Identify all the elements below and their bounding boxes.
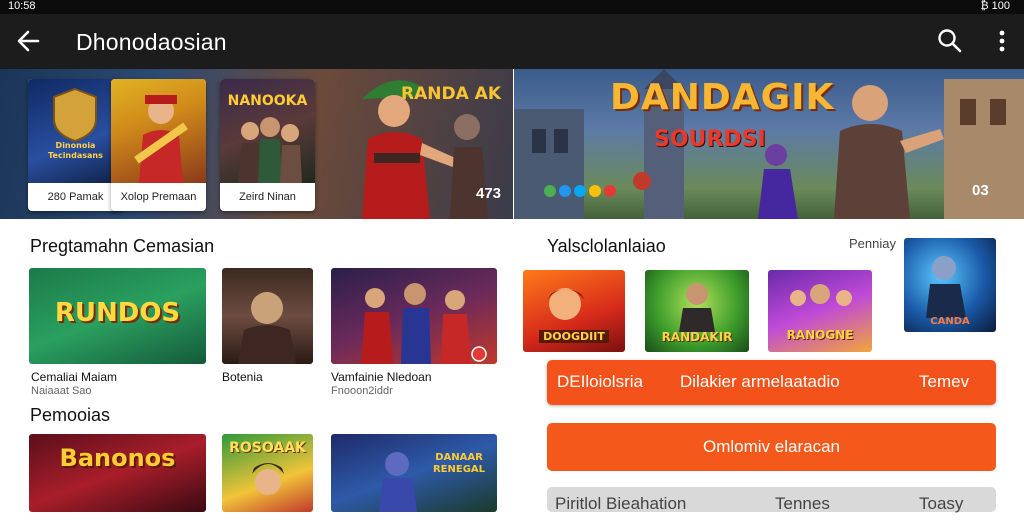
game-tile-title[interactable]: Vamfainie Nledoan xyxy=(331,370,432,384)
hero-counter: 473 xyxy=(476,185,502,202)
game-tile-subtitle: Fnooon2iddr xyxy=(331,385,393,397)
hero-banner-left[interactable]: Dinonoia Tecindasans 280 Pamak Xolop Pre… xyxy=(0,69,513,219)
action-button-tertiary[interactable]: Piritlol Bieahation Tennes Toasy xyxy=(547,487,996,513)
section-title-promotions: Pemooias xyxy=(30,405,111,425)
card-badge-text: Dinonoia Tecindasans xyxy=(48,141,103,160)
game-thumb[interactable]: RANOGNE xyxy=(768,270,872,352)
section-title-featured: Pregtamahn Cemasian xyxy=(30,236,215,256)
hero-page-indicator[interactable] xyxy=(544,184,619,198)
back-arrow-icon[interactable] xyxy=(14,27,42,55)
game-tile[interactable]: DANAAR RENEGAL xyxy=(331,434,497,512)
hero-card-caption: Zeird Ninan xyxy=(239,191,296,203)
game-tile[interactable]: Banonos xyxy=(29,434,206,512)
partners-label[interactable]: Penniay xyxy=(849,236,896,251)
action-button-primary[interactable]: DEIloiolsria Dilakier armelaatadio Temev xyxy=(547,360,996,405)
button-right-label: Toasy xyxy=(919,494,964,513)
hero-card-caption: Xolop Premaan xyxy=(120,191,197,203)
page-indicator-dot[interactable] xyxy=(589,185,601,197)
hero-counter: 03 xyxy=(972,182,989,199)
card-artwork xyxy=(111,79,206,183)
heroes-group-icon xyxy=(361,283,487,364)
game-thumb-logo: CANDA xyxy=(930,316,970,327)
game-thumb[interactable]: DOOGDIIT xyxy=(523,270,625,352)
hero-logo-subtitle: SOURDSI xyxy=(654,127,766,152)
card-artwork: Dinonoia Tecindasans xyxy=(28,79,123,183)
status-bar: 10:58 ₿ 100 xyxy=(0,0,1024,14)
page-indicator-dot[interactable] xyxy=(574,185,586,197)
page-indicator-dot[interactable] xyxy=(544,185,556,197)
button-middle-label: Omlomiv elaracan xyxy=(703,437,840,456)
game-thumb-logo: RANDAKIR xyxy=(661,330,733,344)
game-tile[interactable] xyxy=(222,268,313,364)
card-artwork: NANOOKA xyxy=(220,79,315,183)
game-thumb-logo: DOOGDIIT xyxy=(539,330,609,343)
status-time: 10:58 xyxy=(8,0,36,12)
button-right-label: Temev xyxy=(919,372,970,391)
page-indicator-dot[interactable] xyxy=(604,185,616,197)
game-thumb[interactable]: RANDAKIR xyxy=(645,270,749,352)
search-icon[interactable] xyxy=(936,27,964,55)
status-icons: ₿ 100 xyxy=(980,0,1010,12)
app-title: Dhonodaosian xyxy=(76,29,227,55)
hero-card[interactable]: Dinonoia Tecindasans 280 Pamak xyxy=(28,79,123,211)
game-tile-title[interactable]: Cemaliai Maiam xyxy=(31,370,117,384)
button-left-label: DEIloiolsria xyxy=(557,372,643,391)
hero-card[interactable]: Xolop Premaan xyxy=(111,79,206,211)
hero-title-right: RANDA AK xyxy=(401,84,501,104)
game-tile-title[interactable]: Botenia xyxy=(222,370,263,384)
game-tile-logo: RUNDOS xyxy=(54,298,181,328)
section-title-recommended: Yalsclolanlaiao xyxy=(547,236,666,256)
game-tile[interactable] xyxy=(331,268,497,364)
character-portrait-icon xyxy=(238,292,296,364)
hero-logo-title: DANDAGIK xyxy=(610,77,835,118)
hero-card[interactable]: NANOOKA Zeird Ninan xyxy=(220,79,315,211)
game-tile-logo: DANAAR RENEGAL xyxy=(432,452,486,475)
game-tile[interactable]: ROSOAAK xyxy=(222,434,313,512)
hero-card-caption: 280 Pamak xyxy=(47,191,104,203)
app-bar: Dhonodaosian xyxy=(0,14,1024,69)
card-badge-text: NANOOKA xyxy=(227,93,308,109)
more-vert-icon[interactable] xyxy=(990,27,1014,55)
page-indicator-dot[interactable] xyxy=(559,185,571,197)
game-tile-logo: ROSOAAK xyxy=(229,440,306,456)
game-thumb-logo: RANOGNE xyxy=(786,328,854,342)
button-middle-label: Tennes xyxy=(775,494,830,513)
game-tile-subtitle: Naiaaat Sao xyxy=(31,385,92,397)
action-button-secondary[interactable]: Omlomiv elaracan xyxy=(547,423,996,471)
character-figure-icon xyxy=(134,95,188,183)
shield-emblem-icon xyxy=(53,87,97,143)
game-thumb[interactable]: CANDA xyxy=(904,238,996,332)
button-middle-label: Dilakier armelaatadio xyxy=(680,372,840,391)
game-tile-logo: Banonos xyxy=(59,444,176,472)
game-tile[interactable]: RUNDOS xyxy=(29,268,206,364)
button-left-label: Piritlol Bieahation xyxy=(555,494,687,513)
